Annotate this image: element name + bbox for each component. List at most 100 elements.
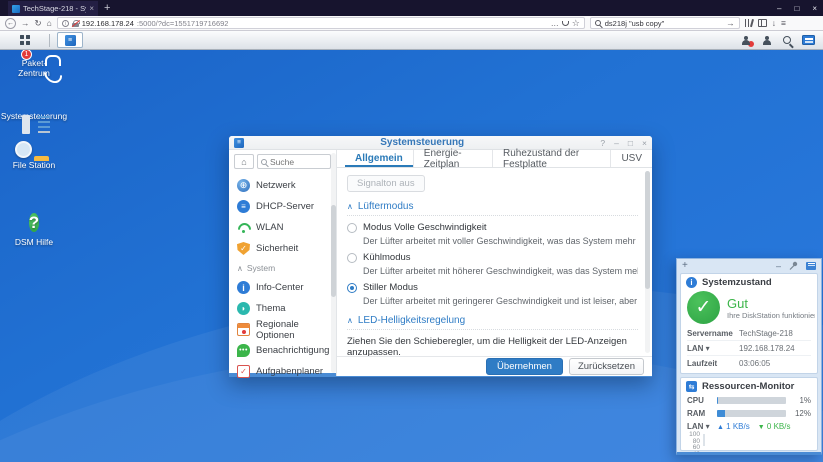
dsm-search-icon[interactable] (783, 36, 791, 44)
page-actions-icon[interactable]: … (551, 19, 559, 28)
pin-panel-icon[interactable] (789, 261, 798, 270)
forward-icon[interactable]: → (21, 18, 30, 28)
fan-radio[interactable] (347, 283, 357, 293)
theme-icon: ◗ (237, 302, 250, 315)
widgets-panel-icon[interactable] (802, 35, 815, 45)
chart-plot-area (703, 434, 705, 446)
reload-icon[interactable]: ↻ (35, 18, 42, 29)
reset-button[interactable]: Zurücksetzen (569, 358, 644, 375)
collapse-panel-icon[interactable]: – (776, 261, 781, 271)
fan-option-description: Der Lüfter arbeitet mit höherer Geschwin… (363, 266, 638, 276)
sidebar-item-thema[interactable]: ◗ Thema (229, 298, 336, 319)
desktop-icon-file-station[interactable]: File Station (2, 160, 66, 170)
dock-panel-icon[interactable] (806, 262, 816, 270)
new-tab-button[interactable]: + (104, 0, 110, 16)
download-arrow-icon: ▼ (758, 424, 765, 431)
user-options-icon[interactable] (762, 36, 772, 45)
fan-option-cool-mode[interactable]: Kühlmodus (347, 252, 638, 263)
sidebar-section-system[interactable]: ∧ System (229, 259, 336, 277)
apply-button[interactable]: Übernehmen (486, 358, 563, 375)
sidebar-search-input[interactable] (270, 157, 320, 167)
tab-close-icon[interactable]: × (89, 5, 94, 13)
sidebar-item-benachrichtigung[interactable]: ••• Benachrichtigung (229, 340, 336, 361)
widget-title: Ressourcen-Monitor (702, 381, 794, 392)
tab-allgemein[interactable]: Allgemein (345, 150, 413, 167)
url-path: :5000/?dc=1551719716692 (137, 19, 229, 28)
row-label: Servername (687, 329, 739, 338)
browser-tab[interactable]: TechStage-218 - Synology Disk × (8, 1, 98, 16)
fan-radio[interactable] (347, 253, 357, 263)
bookmark-star-icon[interactable]: ☆ (572, 18, 580, 29)
health-row-laufzeit: Laufzeit 03:06:05 (687, 355, 811, 370)
minimize-icon[interactable]: – (614, 138, 619, 148)
lan-row[interactable]: LAN ▾ ▲ 1 KB/s ▼ 0 KB/s (681, 420, 817, 433)
fan-option-full-speed[interactable]: Modus Volle Geschwindigkeit (347, 222, 638, 233)
sidebar-top: ⌂ (229, 154, 336, 169)
desktop-icon-dsm-hilfe[interactable]: ? DSM Hilfe (2, 208, 66, 247)
beep-off-button[interactable]: Signalton aus (347, 175, 425, 192)
health-row-lan[interactable]: LAN ▾ 192.168.178.24 (687, 340, 811, 355)
row-label: LAN ▾ (687, 344, 739, 353)
sidebar-scrollbar[interactable] (331, 153, 336, 373)
browser-search-input[interactable] (605, 19, 723, 28)
radio-label: Stiller Modus (363, 282, 418, 293)
sidebar-toggle-icon[interactable] (758, 19, 767, 27)
control-panel-app-icon: ≡ (234, 138, 244, 148)
sidebar-item-netzwerk[interactable]: ⊕ Netzwerk (229, 175, 336, 196)
notifications-icon[interactable] (741, 36, 751, 45)
ram-label: RAM (687, 409, 717, 418)
page-info-icon[interactable]: i (62, 20, 69, 27)
sidebar-item-aufgabenplaner[interactable]: ✓ Aufgabenplaner (229, 361, 336, 382)
url-bar[interactable]: i 192.168.178.24:5000/?dc=1551719716692 … (57, 17, 585, 29)
ram-bar (717, 410, 786, 417)
sidebar-item-sicherheit[interactable]: ✓ Sicherheit (229, 238, 336, 259)
scrollbar-thumb[interactable] (331, 205, 336, 297)
library-icon[interactable] (745, 19, 753, 27)
content-scrollbar[interactable] (645, 171, 650, 353)
fan-mode-section-header[interactable]: ∧ Lüftermodus (347, 201, 638, 216)
resource-monitor-header[interactable]: ⇆ Ressourcen-Monitor (681, 378, 817, 394)
desktop-icon-systemsteuerung[interactable]: Systemsteuerung (2, 111, 66, 121)
back-icon[interactable]: ← (5, 18, 16, 29)
menu-hamburger-icon[interactable]: ≡ (781, 18, 786, 28)
tab-energie-zeitplan[interactable]: Energie-Zeitplan (413, 150, 492, 167)
fan-option-quiet-mode[interactable]: Stiller Modus (347, 282, 638, 293)
tab-ruhezustand[interactable]: Ruhezustand der Festplatte (492, 150, 610, 167)
home-button[interactable]: ⌂ (234, 154, 254, 169)
row-value: TechStage-218 (739, 329, 793, 338)
sidebar-search[interactable] (257, 154, 331, 169)
sidebar-item-wlan[interactable]: WLAN (229, 217, 336, 238)
scrollbar-thumb[interactable] (645, 171, 650, 289)
main-menu-button[interactable] (8, 33, 42, 48)
tab-label: Energie-Zeitplan (424, 148, 482, 170)
maximize-window-icon[interactable]: □ (794, 4, 799, 13)
led-brightness-section-header[interactable]: ∧ LED-Helligkeitsregelung (347, 315, 638, 330)
system-health-header[interactable]: i Systemzustand (681, 274, 817, 290)
browser-tab-title: TechStage-218 - Synology Disk (23, 4, 86, 13)
browser-search-bar[interactable]: → (590, 17, 740, 29)
home-icon[interactable]: ⌂ (47, 18, 52, 28)
tab-usv[interactable]: USV (610, 150, 652, 167)
sidebar-item-regionale-optionen[interactable]: Regionale Optionen (229, 319, 336, 340)
maximize-icon[interactable]: □ (628, 138, 633, 148)
downloads-icon[interactable]: ↓ (772, 18, 776, 28)
screen: TechStage-218 - Synology Disk × + – □ × … (0, 0, 823, 462)
close-icon[interactable]: × (642, 138, 647, 148)
add-widget-icon[interactable]: + (682, 259, 688, 272)
desktop-icon-paket-zentrum[interactable]: 1 Paket-Zentrum (2, 58, 66, 78)
search-go-icon[interactable]: → (726, 18, 735, 28)
ram-bar-fill (717, 410, 725, 417)
close-window-icon[interactable]: × (812, 4, 817, 13)
collapse-caret-icon: ∧ (347, 202, 353, 211)
sidebar-item-dhcp-server[interactable]: ≡ DHCP-Server (229, 196, 336, 217)
fan-radio[interactable] (347, 223, 357, 233)
desktop-icon-label: Systemsteuerung (0, 111, 72, 121)
minimize-window-icon[interactable]: – (777, 4, 781, 13)
control-panel-task-button[interactable]: ≡ (57, 32, 83, 48)
help-icon[interactable]: ? (600, 138, 605, 148)
sidebar-list: ⊕ Netzwerk ≡ DHCP-Server WLAN ✓ Sicherhe… (229, 175, 336, 382)
system-health-rows: Servername TechStage-218 LAN ▾ 192.168.1… (681, 326, 817, 373)
sidebar-item-info-center[interactable]: i Info-Center (229, 277, 336, 298)
pocket-icon[interactable] (562, 21, 569, 26)
radio-label: Modus Volle Geschwindigkeit (363, 222, 487, 233)
